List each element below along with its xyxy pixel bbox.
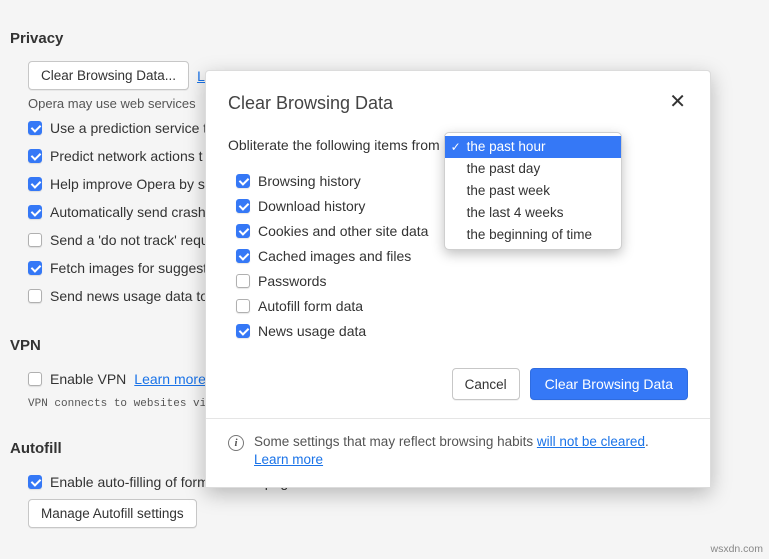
datatype-checkbox[interactable] xyxy=(236,224,250,238)
info-icon: i xyxy=(228,435,244,451)
vpn-learn-more-link[interactable]: Learn more xyxy=(134,368,206,390)
datatype-checkbox[interactable] xyxy=(236,174,250,188)
datatype-label: News usage data xyxy=(258,320,366,342)
manage-autofill-button[interactable]: Manage Autofill settings xyxy=(28,499,197,528)
privacy-option-label: Predict network actions t xyxy=(50,145,203,167)
cancel-button[interactable]: Cancel xyxy=(452,368,520,400)
clear-browsing-data-dialog: Clear Browsing Data ✕ Obliterate the fol… xyxy=(205,70,711,488)
privacy-option-checkbox[interactable] xyxy=(28,233,42,247)
dialog-prompt: Obliterate the following items from xyxy=(228,137,440,153)
time-range-option[interactable]: the beginning of time xyxy=(445,224,621,246)
datatype-label: Cookies and other site data xyxy=(258,220,428,242)
privacy-option-label: Send a 'do not track' requ xyxy=(50,229,209,251)
privacy-option-checkbox[interactable] xyxy=(28,205,42,219)
datatype-checkbox[interactable] xyxy=(236,249,250,263)
privacy-option-checkbox[interactable] xyxy=(28,121,42,135)
privacy-option-checkbox[interactable] xyxy=(28,149,42,163)
clear-browsing-data-button[interactable]: Clear Browsing Data... xyxy=(28,61,189,90)
datatype-label: Autofill form data xyxy=(258,295,363,317)
time-range-option[interactable]: the past week xyxy=(445,180,621,202)
dialog-learn-more-link[interactable]: Learn more xyxy=(254,452,323,467)
datatype-checkbox[interactable] xyxy=(236,199,250,213)
privacy-option-label: Send news usage data to xyxy=(50,285,208,307)
datatype-label: Download history xyxy=(258,195,365,217)
privacy-option-label: Automatically send crash xyxy=(50,201,206,223)
dialog-footer-text: Some settings that may reflect browsing … xyxy=(254,433,649,469)
close-icon[interactable]: ✕ xyxy=(667,93,688,111)
datatype-label: Passwords xyxy=(258,270,326,292)
enable-vpn-label: Enable VPN xyxy=(50,368,126,390)
privacy-option-label: Help improve Opera by se xyxy=(50,173,213,195)
privacy-option-checkbox[interactable] xyxy=(28,177,42,191)
confirm-clear-button[interactable]: Clear Browsing Data xyxy=(530,368,688,400)
privacy-option-checkbox[interactable] xyxy=(28,289,42,303)
privacy-heading: Privacy xyxy=(10,30,769,47)
privacy-option-label: Fetch images for suggest xyxy=(50,257,207,279)
time-range-menu: the past hourthe past daythe past weekth… xyxy=(444,132,622,250)
dialog-title: Clear Browsing Data xyxy=(228,93,393,114)
datatype-checkbox[interactable] xyxy=(236,299,250,313)
time-range-option[interactable]: the past day xyxy=(445,158,621,180)
privacy-option-label: Use a prediction service t xyxy=(50,117,207,139)
datatype-checkbox[interactable] xyxy=(236,324,250,338)
watermark: wsxdn.com xyxy=(710,543,763,555)
datatype-checkbox[interactable] xyxy=(236,274,250,288)
datatype-label: Browsing history xyxy=(258,170,361,192)
enable-autofill-checkbox[interactable] xyxy=(28,475,42,489)
enable-vpn-checkbox[interactable] xyxy=(28,372,42,386)
datatype-label: Cached images and files xyxy=(258,245,411,267)
time-range-option[interactable]: the last 4 weeks xyxy=(445,202,621,224)
time-range-option[interactable]: the past hour xyxy=(445,136,621,158)
privacy-option-checkbox[interactable] xyxy=(28,261,42,275)
will-not-be-cleared-link[interactable]: will not be cleared xyxy=(537,434,645,449)
